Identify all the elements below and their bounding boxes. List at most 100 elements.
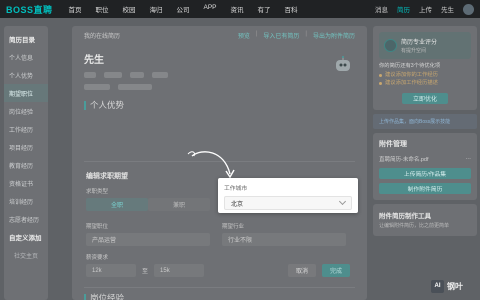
job-type-toggle: 全职 兼职	[86, 198, 210, 211]
sidebar-item-expected-job[interactable]: 期望职位	[4, 84, 48, 102]
sidebar-item-training[interactable]: 培训经历	[4, 192, 48, 210]
bullet-icon	[379, 73, 382, 77]
tool-card[interactable]: 附件简历制作工具 让编辑附件简历，比之前更简单	[373, 203, 477, 237]
resume-sidebar: 简历目录 个人信息 个人优势 期望职位 岗位经验 工作经历 项目经历 教育经历 …	[4, 26, 48, 300]
info-line	[84, 84, 355, 90]
section-marker	[84, 293, 86, 300]
salary-min-select[interactable]: 12k	[86, 264, 136, 277]
name-block[interactable]: 先生	[72, 45, 367, 95]
nav-item-home[interactable]: 首页	[69, 4, 82, 14]
score-title: 简历专业评分	[401, 40, 438, 46]
divider: |	[255, 31, 258, 37]
tip-text: 建议添加工作经历描述	[385, 80, 438, 87]
tool-description: 让编辑附件简历，比之前更简单	[379, 222, 450, 229]
attachment-title: 附件管理	[379, 140, 407, 148]
nav-item-jobs[interactable]: 职位	[96, 4, 109, 14]
score-subtitle: 有提升空间	[401, 48, 427, 54]
sidebar-item-education[interactable]: 教育经历	[4, 156, 48, 174]
top-nav: BOSS直聘 首页 职位 校园 海归 公司 APP 资讯 有了 百科 消息 简历…	[0, 0, 480, 18]
preview-link[interactable]: 预览	[238, 31, 250, 40]
more-icon[interactable]: ⋯	[466, 156, 472, 162]
done-button[interactable]: 完成	[322, 264, 351, 277]
salary-field: 薪资要求 12k 至 15k 取消 完成	[86, 253, 351, 277]
optimize-button[interactable]: 立即优化	[402, 92, 448, 104]
watermark-text: 钢叶	[447, 281, 463, 291]
sidebar-custom-title: 自定义添加	[9, 235, 42, 242]
industry-input[interactable]: 行业不限	[222, 233, 346, 246]
position-input[interactable]: 产品运营	[86, 233, 210, 246]
work-city-field: 工作城市 北京	[218, 178, 358, 213]
export-link[interactable]: 导出为附件简历	[313, 31, 355, 40]
main-header-title: 我的在线简历	[84, 34, 121, 40]
nav-messages[interactable]: 消息	[375, 4, 388, 14]
tip-text: 建议添加你的工作经历	[385, 71, 438, 78]
upload-resume-button[interactable]: 上传简历/作品集	[379, 167, 471, 179]
logo[interactable]: BOSS直聘	[6, 3, 53, 16]
sidebar-item-advantage[interactable]: 个人优势	[4, 66, 48, 84]
fulltime-option[interactable]: 全职	[86, 198, 148, 211]
nav-item-overseas[interactable]: 海归	[150, 4, 163, 14]
nav-item-campus[interactable]: 校园	[123, 4, 136, 14]
tip-intro: 你的简历还有3个待优化项	[379, 63, 441, 69]
job-type-label: 求职类型	[86, 189, 109, 195]
nav-item-company[interactable]: 公司	[177, 4, 190, 14]
resume-name: 先生	[84, 55, 104, 66]
sidebar-title: 简历目录	[9, 37, 35, 44]
sidebar-item-job-experience[interactable]: 岗位经验	[4, 102, 48, 120]
cancel-button[interactable]: 取消	[288, 264, 317, 277]
attachment-card: 附件管理 直聘简历-未命名.pdf ⋯ 上传简历/作品集 制作附件简历	[373, 132, 477, 200]
industry-label: 期望行业	[222, 224, 245, 230]
score-card: 简历专业评分 有提升空间 你的简历还有3个待优化项 建议添加你的工作经历 建议添…	[373, 26, 477, 110]
tool-title: 附件简历制作工具	[379, 212, 431, 220]
position-field: 期望职位 产品运营	[86, 222, 210, 246]
nav-upload[interactable]: 上传	[419, 4, 432, 14]
position-label: 期望职位	[86, 224, 109, 230]
tip-item[interactable]: 建议添加工作经历描述	[379, 79, 471, 87]
chevron-down-icon	[338, 197, 347, 206]
salary-label: 薪资要求	[86, 255, 109, 261]
salary-max-select[interactable]: 15k	[154, 264, 205, 277]
work-city-select[interactable]: 北京	[224, 196, 352, 210]
nav-item-youle[interactable]: 有了	[258, 4, 271, 14]
make-resume-button[interactable]: 制作附件简历	[379, 182, 471, 194]
attachment-file[interactable]: 直聘简历-未命名.pdf ⋯	[379, 155, 471, 163]
parttime-option[interactable]: 兼职	[148, 198, 210, 211]
import-link[interactable]: 导入已有简历	[263, 31, 299, 40]
blurred-info	[152, 72, 168, 78]
work-city-label: 工作城市	[224, 186, 248, 192]
assistant-icon	[384, 39, 397, 52]
sidebar-item-personal-info[interactable]: 个人信息	[4, 48, 48, 66]
nav-right: 消息 简历 上传 先生	[375, 3, 474, 15]
ai-logo: AI	[431, 279, 444, 293]
blurred-info	[118, 84, 152, 90]
work-city-value: 北京	[231, 201, 244, 208]
score-head: 简历专业评分 有提升空间	[379, 32, 471, 59]
section-experience-title: 岗位经验	[90, 293, 125, 300]
sidebar-item-work[interactable]: 工作经历	[4, 120, 48, 138]
sidebar-item-certificates[interactable]: 资格证书	[4, 174, 48, 192]
blurred-info	[104, 72, 122, 78]
tip-item[interactable]: 建议添加你的工作经历	[379, 71, 471, 79]
info-line	[84, 72, 355, 78]
sidebar-item-project[interactable]: 项目经历	[4, 138, 48, 156]
blurred-info	[84, 72, 96, 78]
watermark-badge: AI 钢叶	[431, 274, 480, 298]
portfolio-hint[interactable]: 上传作品集，面向Boss展示技能	[373, 113, 477, 129]
section-advantage-title: 个人优势	[90, 100, 125, 110]
nav-item-wiki[interactable]: 百科	[285, 4, 298, 14]
page-overlay: 简历目录 个人信息 个人优势 期望职位 岗位经验 工作经历 项目经历 教育经历 …	[0, 18, 480, 300]
attachment-filename: 直聘简历-未命名.pdf	[379, 156, 429, 163]
avatar[interactable]	[463, 3, 474, 15]
sidebar-item-volunteer[interactable]: 志愿者经历	[4, 210, 48, 228]
robot-icon	[336, 56, 350, 71]
nav-resume[interactable]: 简历	[397, 4, 410, 14]
section-advantage[interactable]: 个人优势	[72, 95, 367, 115]
nav-item-news[interactable]: 资讯	[231, 4, 244, 14]
section-experience[interactable]: 岗位经验	[72, 288, 367, 300]
nav-links: 首页 职位 校园 海归 公司 APP 资讯 有了 百科	[69, 4, 298, 14]
nav-username[interactable]: 先生	[441, 4, 454, 14]
divider: |	[305, 31, 307, 37]
sidebar-item-social[interactable]: 社交主页	[4, 246, 48, 264]
main-header: 我的在线简历 预览 | 导入已有简历 | 导出为附件简历	[72, 26, 367, 45]
nav-item-app[interactable]: APP	[204, 4, 217, 14]
